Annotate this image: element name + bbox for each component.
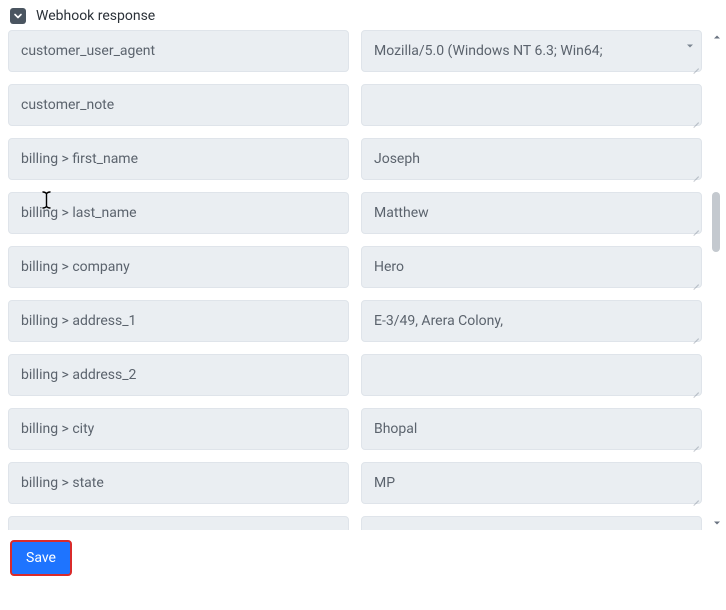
field-value[interactable] (361, 84, 702, 126)
field-key[interactable]: billing > city (8, 408, 349, 450)
resize-handle-icon[interactable] (691, 223, 699, 231)
field-row: billing > state MP (8, 462, 702, 504)
field-key[interactable]: billing > last_name (8, 192, 349, 234)
resize-handle-icon[interactable] (691, 331, 699, 339)
field-key[interactable]: billing > company (8, 246, 349, 288)
resize-handle-icon[interactable] (691, 61, 699, 69)
field-value[interactable]: Bhopal (361, 408, 702, 450)
scroll-down-arrow[interactable] (710, 516, 724, 530)
field-row: customer_user_agent Mozilla/5.0 (Windows … (8, 30, 702, 72)
response-fields-list: customer_user_agent Mozilla/5.0 (Windows … (8, 30, 718, 530)
field-value[interactable]: Joseph (361, 138, 702, 180)
section-title: Webhook response (36, 8, 155, 24)
field-value[interactable]: E-3/49, Arera Colony, (361, 300, 702, 342)
field-key[interactable]: billing > state (8, 462, 349, 504)
save-button[interactable]: Save (10, 540, 72, 576)
field-row: billing > first_name Joseph (8, 138, 702, 180)
field-value[interactable]: Hero (361, 246, 702, 288)
collapse-icon[interactable] (10, 8, 26, 24)
field-key[interactable]: billing > address_1 (8, 300, 349, 342)
field-key[interactable]: billing > address_2 (8, 354, 349, 396)
field-row: customer_note (8, 84, 702, 126)
field-value[interactable]: MP (361, 462, 702, 504)
field-value[interactable]: Mozilla/5.0 (Windows NT 6.3; Win64; (361, 30, 702, 72)
field-value[interactable] (361, 354, 702, 396)
resize-handle-icon[interactable] (691, 385, 699, 393)
vertical-scrollbar[interactable] (710, 30, 724, 530)
field-row: billing > postcode 462016 (8, 516, 702, 530)
scroll-up-arrow[interactable] (710, 30, 724, 44)
field-row: billing > address_2 (8, 354, 702, 396)
resize-handle-icon[interactable] (691, 493, 699, 501)
field-row: billing > last_name Matthew (8, 192, 702, 234)
field-value[interactable]: Matthew (361, 192, 702, 234)
resize-handle-icon[interactable] (691, 277, 699, 285)
field-value[interactable]: 462016 (361, 516, 702, 530)
field-key[interactable]: customer_note (8, 84, 349, 126)
field-row: billing > company Hero (8, 246, 702, 288)
field-key[interactable]: billing > first_name (8, 138, 349, 180)
resize-handle-icon[interactable] (691, 115, 699, 123)
field-key[interactable]: customer_user_agent (8, 30, 349, 72)
scrollbar-thumb[interactable] (712, 192, 720, 252)
field-row: billing > city Bhopal (8, 408, 702, 450)
chevron-down-icon[interactable] (685, 41, 695, 51)
resize-handle-icon[interactable] (691, 439, 699, 447)
field-row: billing > address_1 E-3/49, Arera Colony, (8, 300, 702, 342)
field-key[interactable]: billing > postcode (8, 516, 349, 530)
resize-handle-icon[interactable] (691, 169, 699, 177)
